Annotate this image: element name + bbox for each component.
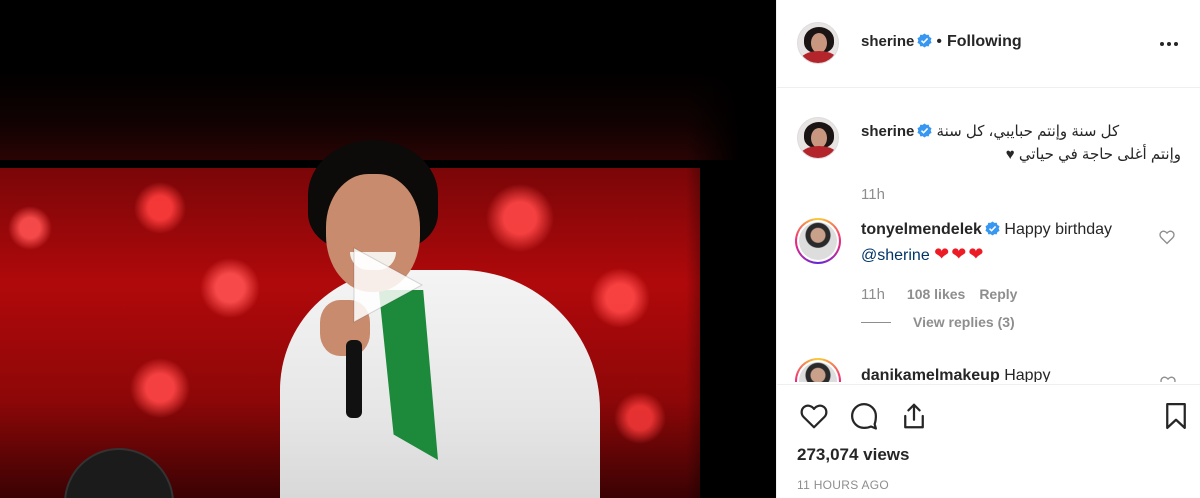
post-side-panel: sherine • Following sherine كل سنة وإنتم ح… (776, 0, 1200, 498)
views-count[interactable]: 273,074 views (797, 445, 909, 465)
author-username[interactable]: sherine (861, 33, 914, 50)
view-replies-label: View replies (3) (913, 314, 1015, 330)
verified-badge-icon (985, 221, 1000, 236)
commenter-avatar[interactable] (795, 218, 841, 264)
verified-badge-icon (917, 33, 932, 48)
heart-icon[interactable] (797, 399, 831, 433)
play-icon[interactable] (346, 242, 426, 328)
caption-first-line: sherine كل سنة وإنتم حبايبي، كل سنة (861, 120, 1181, 143)
bookmark-icon[interactable] (1159, 399, 1193, 433)
avatar-face (811, 33, 827, 53)
media-edge-shade (686, 0, 776, 498)
caption-timestamp[interactable]: 11h (861, 186, 885, 203)
comment-username[interactable]: tonyelmendelek (861, 221, 982, 238)
post-media-video[interactable] (0, 0, 776, 498)
comment-item-clipped: danikamelmakeup Happy (777, 352, 1200, 382)
verified-badge-icon (917, 123, 932, 138)
comment-timestamp[interactable]: 11h (861, 286, 885, 303)
comment-mention-link[interactable]: @sherine (861, 247, 930, 264)
post-header: sherine • Following (777, 0, 1200, 88)
separator-dot: • (936, 33, 942, 50)
comment-item: danikamelmakeup Happy (861, 364, 1050, 382)
caption-username[interactable]: sherine (861, 123, 914, 140)
commenter-avatar[interactable] (795, 358, 841, 382)
comment-like-heart-icon[interactable] (1158, 228, 1176, 246)
comment-likes-count[interactable]: 108 likes (907, 286, 965, 302)
avatar-face (811, 128, 827, 148)
comment-heart-emoji: ❤❤❤ (934, 244, 986, 264)
comment-text: Happy (1004, 367, 1051, 382)
performer-image (280, 140, 610, 498)
more-dot (1174, 42, 1178, 46)
view-replies-line (861, 321, 891, 323)
comment-username[interactable]: danikamelmakeup (861, 367, 1000, 382)
comment-like-heart-icon[interactable] (1159, 374, 1177, 382)
more-dot (1160, 42, 1164, 46)
comment-item: tonyelmendelek Happy birthday @sherine ❤… (861, 218, 1151, 268)
comment-text: Happy birthday (1004, 221, 1113, 238)
caption-text-line1: كل سنة وإنتم حبايبي، كل سنة (936, 123, 1120, 140)
comment-icon[interactable] (847, 399, 881, 433)
header-user-line: sherine • Following (861, 33, 1022, 51)
comment-reply-button[interactable]: Reply (979, 286, 1017, 302)
post-caption: sherine كل سنة وإنتم حبايبي، كل سنة وإنت… (861, 120, 1181, 166)
comment-meta: 11h 108 likes Reply (861, 286, 1031, 303)
share-icon[interactable] (897, 399, 931, 433)
caption-author-avatar[interactable] (797, 117, 839, 159)
following-button[interactable]: Following (947, 33, 1022, 50)
more-options-icon[interactable] (1155, 30, 1183, 58)
author-avatar[interactable] (797, 22, 839, 64)
avatar-photo (799, 222, 837, 260)
view-replies-button[interactable]: View replies (3) (861, 314, 1015, 330)
microphone (346, 340, 362, 418)
post-action-bar: 273,074 views 11 HOURS AGO (777, 384, 1200, 498)
caption-text-line2: وإنتم أغلى حاجة في حياتي ♥ (1005, 146, 1181, 163)
avatar-body (800, 51, 838, 63)
post-timestamp[interactable]: 11 HOURS AGO (797, 478, 889, 492)
avatar-body (800, 146, 838, 158)
more-dot (1167, 42, 1171, 46)
